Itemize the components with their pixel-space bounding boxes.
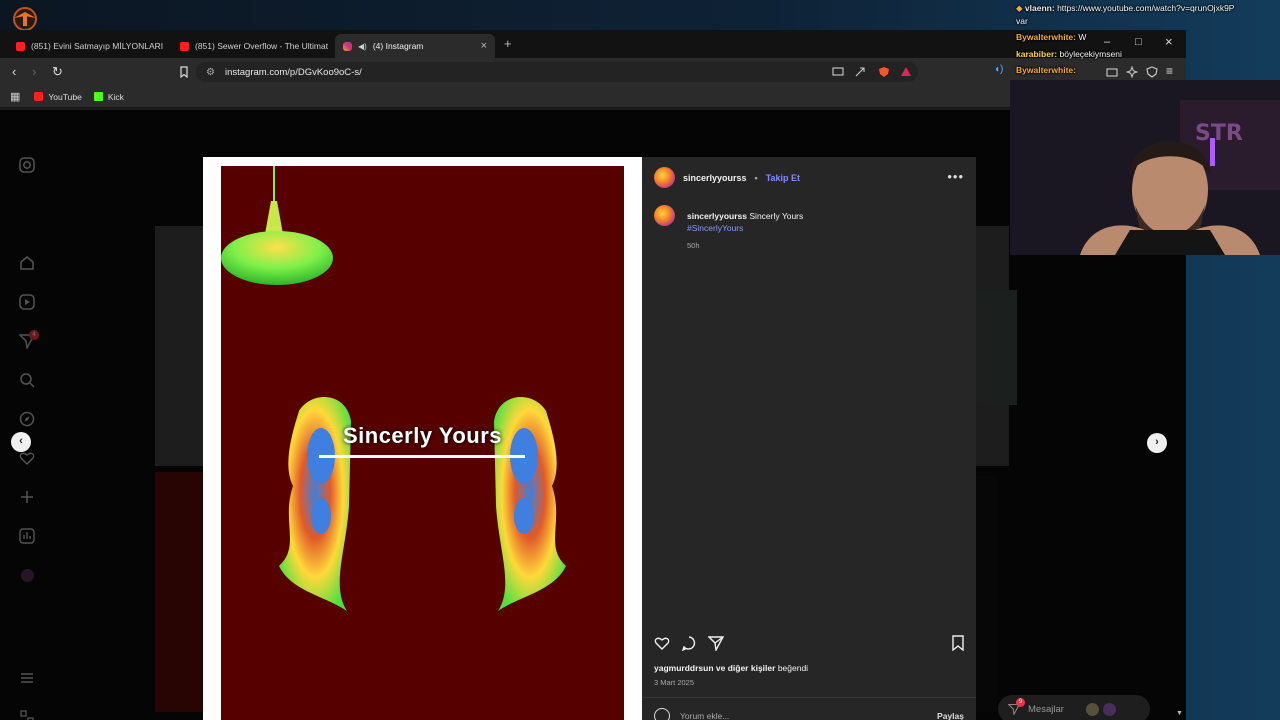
message-avatars — [1085, 702, 1116, 716]
new-tab-button[interactable]: + — [504, 36, 512, 51]
avatar[interactable] — [654, 167, 675, 188]
likes-suffix: beğendi — [777, 663, 809, 673]
post-media: Sincerly Yours — [203, 157, 642, 720]
post-username[interactable]: sincerlyyourss — [683, 173, 747, 183]
chat-badge-icon: ◆ — [1016, 3, 1023, 13]
likes-rest: ve diğer kişiler — [715, 663, 776, 673]
tab-bar: (851) Evini Satmayıp MİLYONLARI REDDEDEN… — [0, 30, 1186, 58]
image-title-text: Sincerly Yours — [342, 423, 503, 448]
previous-post-button[interactable]: ‹ — [11, 432, 31, 452]
caption-username[interactable]: sincerlyyourss — [687, 211, 747, 221]
url-text: instagram.com/p/DGvKoo9oC-s/ — [224, 66, 362, 78]
post-comment-button[interactable]: Paylaş — [937, 711, 964, 720]
cast-icon[interactable] — [832, 66, 844, 78]
brave-rewards-icon[interactable] — [900, 66, 912, 78]
brave-shield-icon[interactable] — [878, 66, 890, 78]
tab-label: (4) Instagram — [372, 41, 424, 51]
instagram-page: 4 — [0, 110, 1186, 720]
caption-text: Sincerly Yours — [749, 211, 804, 221]
stream-chat-overlay: ◆ vlaenn: https://www.youtube.com/watch?… — [1016, 0, 1280, 80]
avatar — [1085, 702, 1099, 716]
scroll-down-icon[interactable]: ▼ — [1176, 710, 1183, 717]
bookmark-label: YouTube — [48, 91, 82, 102]
chat-username: Bywalterwhite: — [1016, 65, 1076, 76]
url-field[interactable]: ⚙ instagram.com/p/DGvKoo9oC-s/ — [196, 62, 918, 82]
messages-label: Mesajlar — [1028, 703, 1064, 715]
tab-instagram[interactable]: ◀) (4) Instagram × — [335, 34, 495, 58]
chat-username: vlaenn: — [1024, 3, 1055, 13]
chat-message: Bywalterwhite: W — [1016, 29, 1280, 46]
messages-button[interactable]: 9 Mesajlar — [998, 695, 1150, 720]
svg-text:STR: STR — [1195, 121, 1243, 146]
reload-icon[interactable]: ↻ — [52, 64, 63, 80]
bookmark-youtube[interactable]: YouTube — [34, 91, 82, 102]
next-post-button[interactable]: › — [1147, 433, 1167, 453]
chat-text: W — [1078, 32, 1087, 43]
chat-username: karabiber: — [1016, 48, 1058, 59]
post-image: Sincerly Yours — [221, 166, 624, 720]
avatar — [1102, 702, 1116, 716]
kick-icon — [93, 92, 103, 101]
chat-text: https://www.youtube.com/watch?v=qrunOjxk… — [1057, 3, 1235, 13]
bookmarks-bar: ▦ YouTube Kick — [0, 86, 1186, 108]
follow-button[interactable]: Takip Et — [766, 173, 800, 183]
site-settings-icon[interactable]: ⚙ — [206, 67, 215, 78]
post-date: 3 Mart 2025 — [654, 678, 695, 687]
post-caption: sincerlyyourss Sincerly Yours #SincerlyY… — [654, 205, 803, 250]
comment-bar: Yorum ekle... Paylaş — [642, 697, 976, 720]
back-icon[interactable]: ‹ — [12, 64, 16, 79]
likes-summary[interactable]: yagmurddrsun ve diğer kişiler beğendi — [654, 663, 808, 673]
share-icon[interactable] — [854, 66, 866, 78]
bookmark-kick[interactable]: Kick — [93, 91, 124, 102]
tab-label: (851) Evini Satmayıp MİLYONLARI REDDEDEN — [31, 41, 165, 51]
chat-message: karabiber: böyleçekiymseni — [1016, 46, 1280, 63]
tab-label: (851) Sewer Overflow - The Ultimate — [195, 41, 328, 51]
youtube-icon — [16, 41, 25, 51]
webcam-overlay: STR — [1010, 80, 1280, 255]
share-post-icon[interactable] — [708, 635, 724, 651]
youtube-icon — [180, 41, 189, 51]
emoji-icon[interactable] — [654, 708, 670, 720]
separator-dot: • — [754, 172, 758, 183]
likes-user[interactable]: yagmurddrsun — [654, 663, 714, 673]
screen: (851) Evini Satmayıp MİLYONLARI REDDEDEN… — [0, 0, 1280, 720]
youtube-icon — [34, 92, 44, 101]
image-underline — [319, 455, 525, 458]
chat-message: Bywalterwhite: — [1016, 62, 1280, 79]
bookmark-label: Kick — [107, 91, 124, 102]
post-actions — [654, 635, 964, 653]
tab-youtube-1[interactable]: (851) Evini Satmayıp MİLYONLARI REDDEDEN — [8, 34, 165, 58]
post-details: sincerlyyourss • Takip Et ••• sincerlyyo… — [642, 157, 976, 720]
speaker-icon: ◀) — [358, 41, 367, 51]
browser-window: (851) Evini Satmayıp MİLYONLARI REDDEDEN… — [0, 30, 1186, 720]
like-icon[interactable] — [654, 635, 670, 651]
apps-grid-icon[interactable]: ▦ — [10, 90, 20, 103]
stream-logo-icon — [13, 7, 37, 31]
save-icon[interactable] — [950, 635, 966, 651]
chat-username: Bywalterwhite: — [1016, 32, 1076, 43]
post-header: sincerlyyourss • Takip Et — [654, 167, 964, 188]
forward-icon[interactable]: › — [32, 64, 36, 79]
tab-youtube-2[interactable]: (851) Sewer Overflow - The Ultimate — [172, 34, 328, 58]
close-tab-icon[interactable]: × — [481, 40, 487, 52]
webcam-feed: STR — [1010, 80, 1280, 255]
caption-time: 50h — [687, 241, 700, 250]
address-bar: ‹ › ↻ ⚙ instagram.com/p/DGvKoo9oC-s/ ◖) … — [0, 58, 1186, 86]
comment-icon[interactable] — [681, 635, 697, 651]
more-options-icon[interactable]: ••• — [947, 169, 964, 184]
comment-input[interactable]: Yorum ekle... — [680, 711, 729, 720]
bookmark-icon[interactable] — [178, 66, 190, 78]
caption-hashtag[interactable]: #SincerlyYours — [687, 223, 803, 233]
post-modal: Sincerly Yours sincerlyyourss • Takip Et… — [203, 157, 976, 720]
messages-badge: 9 — [1016, 698, 1025, 707]
audio-icon[interactable]: ◖) — [994, 64, 1003, 75]
chat-text: böyleçekiymseni — [1059, 48, 1122, 59]
caption-body: sincerlyyourss Sincerly Yours #SincerlyY… — [687, 211, 803, 250]
avatar[interactable] — [654, 205, 675, 226]
instagram-icon — [343, 41, 352, 51]
